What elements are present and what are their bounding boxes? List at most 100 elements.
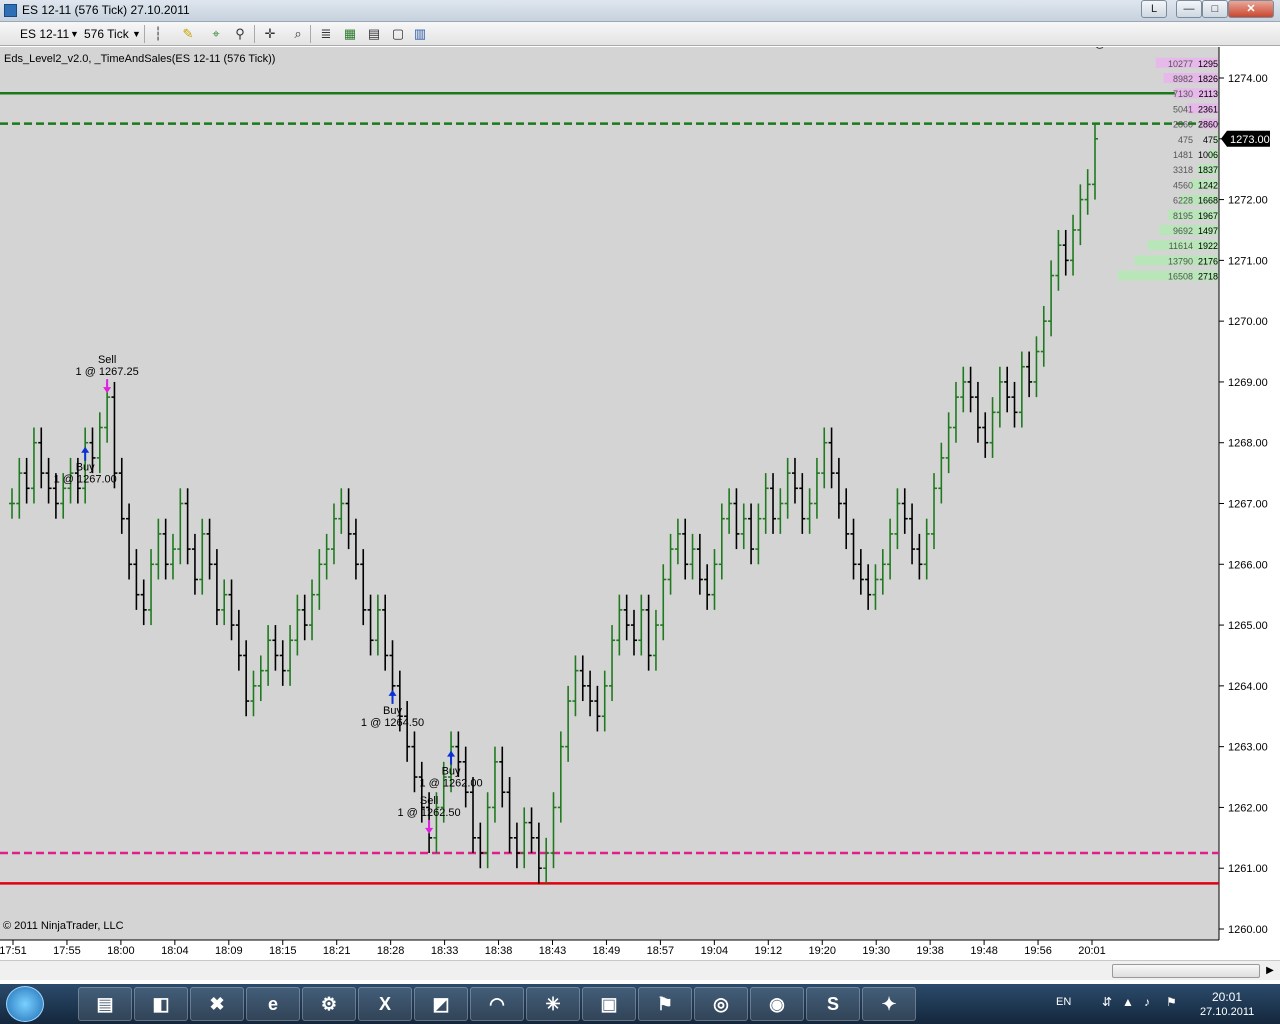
y-tick-label: 1262.00	[1228, 802, 1268, 814]
indicators-icon[interactable]: ▦	[342, 26, 358, 42]
crosshair-icon[interactable]: ✛	[262, 26, 278, 42]
taskbar-app3-icon[interactable]: ✖	[190, 987, 244, 1021]
taskbar-explorer-icon[interactable]: ▤	[78, 987, 132, 1021]
trade-side-label: Buy	[442, 766, 461, 778]
chart-toolbar: ES 12-11 ▼ 576 Tick ▼ ┆ ✎ ⌖ ⚲ ✛ ⌕ ≣ ▦ ▤ …	[0, 22, 1280, 46]
x-tick-label: 19:56	[1024, 945, 1052, 957]
taskbar-ie-icon[interactable]: e	[246, 987, 300, 1021]
taskbar-app9-icon[interactable]: ✳	[526, 987, 580, 1021]
plot-background	[0, 47, 1219, 940]
layout-button[interactable]: L	[1141, 0, 1167, 18]
trade-side-label: Buy	[383, 705, 402, 717]
show-hidden-icons-icon[interactable]: ▲	[1122, 995, 1134, 1009]
x-tick-label: 18:38	[485, 945, 513, 957]
depth-volume-label: 1481	[1173, 150, 1193, 160]
x-tick-label: 19:38	[916, 945, 944, 957]
volume-icon[interactable]: ♪	[1144, 995, 1150, 1009]
depth-size-label: 1295	[1198, 59, 1218, 69]
toolbar-separator	[254, 25, 255, 43]
maximize-button[interactable]: □	[1202, 0, 1228, 18]
taskbar-app8-icon[interactable]: ◠	[470, 987, 524, 1021]
depth-volume-label: 9692	[1173, 226, 1193, 236]
y-tick-label: 1266.00	[1228, 559, 1268, 571]
zoom-icon[interactable]: ⌕	[290, 26, 306, 42]
instrument-select[interactable]: ES 12-11	[20, 25, 69, 43]
interval-select[interactable]: 576 Tick	[84, 25, 129, 43]
x-tick-label: 17:55	[53, 945, 81, 957]
x-tick-label: 18:57	[647, 945, 675, 957]
taskbar-app10-icon[interactable]: ▣	[582, 987, 636, 1021]
taskbar-app2-icon[interactable]: ◧	[134, 987, 188, 1021]
start-button[interactable]	[6, 986, 44, 1022]
depth-volume-label: 3318	[1173, 165, 1193, 175]
y-tick-label: 1269.00	[1228, 377, 1268, 389]
clock-time[interactable]: 20:01	[1212, 990, 1242, 1004]
taskbar-app5-icon[interactable]: ⚙	[302, 987, 356, 1021]
chart-trader-icon[interactable]: ▥	[412, 26, 428, 42]
pencil-icon[interactable]: ✎	[180, 26, 196, 42]
draw-tool-icon[interactable]: ⌖	[208, 26, 224, 42]
minimize-button[interactable]: —	[1176, 0, 1202, 18]
y-tick-label: 1270.00	[1228, 316, 1268, 328]
chevron-down-icon[interactable]: ▼	[132, 25, 141, 43]
depth-volume-label: 16508	[1168, 272, 1193, 282]
bar-style-icon[interactable]: ┆	[150, 26, 166, 42]
taskbar-x-app-icon[interactable]: X	[358, 987, 412, 1021]
toolbar-separator	[144, 25, 145, 43]
pin-icon[interactable]: ⚲	[232, 26, 248, 42]
indicator-label: Eds_Level2_v2.0, _TimeAndSales(ES 12-11 …	[4, 53, 276, 65]
x-tick-label: 18:33	[431, 945, 459, 957]
window-title: ES 12-11 (576 Tick) 27.10.2011	[22, 3, 190, 17]
depth-volume-label: 11614	[1169, 241, 1193, 251]
chevron-down-icon[interactable]: ▼	[70, 25, 79, 43]
depth-volume-label: 13790	[1168, 256, 1193, 266]
depth-volume-label: 5041	[1173, 104, 1193, 114]
y-tick-label: 1274.00	[1228, 73, 1268, 85]
y-tick-label: 1268.00	[1228, 438, 1268, 450]
taskbar-app12-icon[interactable]: ◎	[694, 987, 748, 1021]
y-tick-label: 1261.00	[1228, 863, 1268, 875]
trade-price-label: 1 @ 1267.25	[76, 366, 139, 378]
x-tick-label: 20:01	[1078, 945, 1106, 957]
clock-date[interactable]: 27.10.2011	[1200, 1006, 1254, 1018]
depth-volume-label: 4560	[1173, 180, 1193, 190]
x-tick-label: 19:04	[701, 945, 729, 957]
taskbar-app13-icon[interactable]: ◉	[750, 987, 804, 1021]
taskbar-app11-icon[interactable]: ⚑	[638, 987, 692, 1021]
scrollbar-thumb[interactable]	[1112, 964, 1260, 978]
x-tick-label: 18:00	[107, 945, 135, 957]
depth-volume-label: 6228	[1173, 196, 1193, 206]
taskbar-app15-icon[interactable]: ✦	[862, 987, 916, 1021]
depth-volume-label: 475	[1178, 135, 1193, 145]
depth-size-label: 1668	[1198, 196, 1218, 206]
taskbar-green-app-icon[interactable]: ◩	[414, 987, 468, 1021]
price-chart[interactable]: 10277 1295 8982 1826 7130 2113 5041 2361 2860 286…	[0, 47, 1280, 960]
trade-price-label: 1 @ 1262.50	[398, 807, 461, 819]
x-tick-label: 19:12	[755, 945, 783, 957]
strategies-icon[interactable]: ▤	[366, 26, 382, 42]
network-icon[interactable]: ⇵	[1102, 995, 1112, 1009]
depth-size-label: 1922	[1198, 241, 1218, 251]
y-tick-label: 1264.00	[1228, 681, 1268, 693]
x-tick-label: 18:49	[593, 945, 621, 957]
close-button[interactable]: ✕	[1228, 0, 1274, 18]
x-tick-label: 18:09	[215, 945, 243, 957]
language-indicator[interactable]: EN	[1056, 996, 1071, 1008]
data-box-icon[interactable]: ▢	[390, 26, 406, 42]
trade-side-label: Buy	[76, 462, 95, 474]
taskbar-skype-icon[interactable]: S	[806, 987, 860, 1021]
scroll-right-icon[interactable]: ▶	[1262, 963, 1278, 979]
depth-size-label: 2860	[1198, 120, 1218, 130]
depth-size-label: 1006	[1198, 150, 1218, 160]
flag-icon[interactable]: ⚑	[1166, 995, 1177, 1009]
trade-price-label: 1 @ 1264.50	[361, 717, 424, 729]
depth-size-label: 1837	[1198, 165, 1218, 175]
depth-size-label: 1826	[1198, 74, 1218, 84]
horizontal-scrollbar[interactable]: ▶	[0, 960, 1280, 980]
y-tick-label: 1271.00	[1228, 255, 1268, 267]
x-tick-label: 18:28	[377, 945, 405, 957]
properties-icon[interactable]: ≣	[318, 26, 334, 42]
copyright-text: © 2011 NinjaTrader, LLC	[3, 920, 124, 932]
x-tick-label: 17:51	[0, 945, 27, 957]
trade-price-label: 1 @ 1272.25	[1085, 47, 1148, 50]
